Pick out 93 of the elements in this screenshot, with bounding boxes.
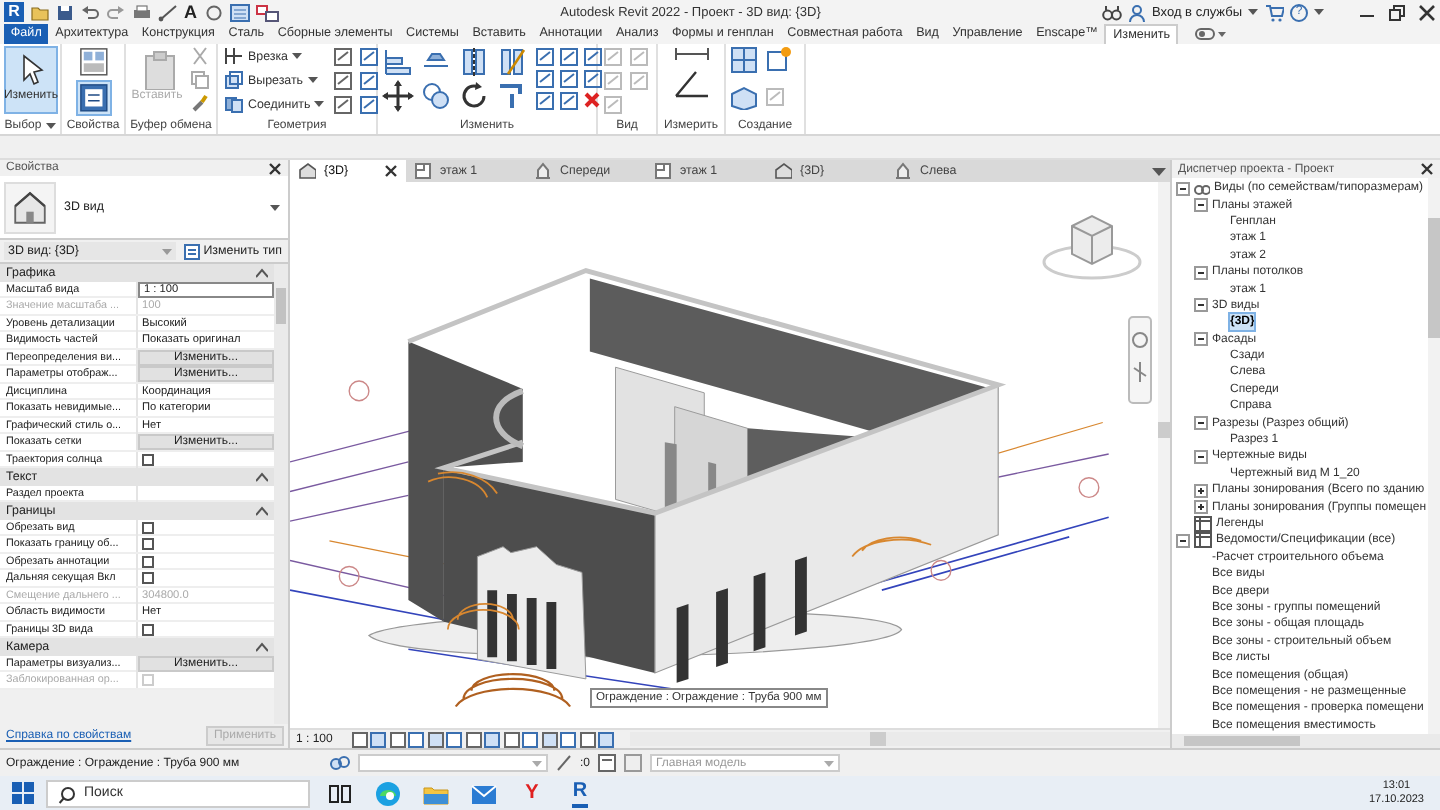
caret-icon <box>307 76 318 84</box>
copy-elements-icon[interactable] <box>420 80 452 112</box>
save-icon[interactable] <box>56 3 74 21</box>
mirror-draw-icon[interactable] <box>496 46 528 78</box>
task-view-icon[interactable] <box>328 781 352 805</box>
user-icon[interactable] <box>1128 3 1147 21</box>
text-button[interactable]: A <box>184 2 197 22</box>
scrollbar[interactable] <box>1428 178 1440 734</box>
close-icon[interactable] <box>1420 162 1434 176</box>
3d-view-icon <box>4 181 56 233</box>
create-group-icon[interactable] <box>764 46 792 74</box>
app-button[interactable]: Y <box>525 781 539 805</box>
checkbox[interactable] <box>142 572 154 584</box>
scrollbar-thumb[interactable] <box>1158 422 1170 438</box>
collapse-icon[interactable] <box>1194 449 1208 464</box>
mirror-axis-icon[interactable] <box>458 46 490 78</box>
measure-icon[interactable] <box>158 3 178 21</box>
create-parts-icon[interactable] <box>730 86 758 110</box>
collapse-icon <box>256 267 268 278</box>
collapse-icon[interactable] <box>1194 198 1208 213</box>
app-logo[interactable]: R <box>4 2 24 22</box>
cope-icon <box>224 46 244 66</box>
caret-icon <box>532 759 542 767</box>
redo-icon[interactable] <box>106 3 126 21</box>
move-icon[interactable] <box>382 80 414 112</box>
mail-icon[interactable] <box>470 781 498 805</box>
table-icon <box>1194 532 1212 549</box>
view-cube-icon[interactable] <box>1040 210 1144 282</box>
scrollbar-thumb[interactable] <box>1428 218 1440 338</box>
navigation-bar[interactable] <box>1128 316 1152 404</box>
windows-icon[interactable] <box>255 3 279 21</box>
edit-type-icon <box>183 243 200 259</box>
view-toggle-icon[interactable] <box>1194 26 1227 42</box>
collapse-icon[interactable] <box>1194 298 1208 313</box>
collapse-icon[interactable] <box>1194 416 1208 431</box>
collapse-icon <box>256 641 268 652</box>
checkbox[interactable] <box>142 623 154 635</box>
scrollbar-thumb[interactable] <box>1184 736 1300 746</box>
windows-logo-icon[interactable] <box>12 782 34 804</box>
scrollbar-thumb[interactable] <box>869 732 886 746</box>
close-icon[interactable] <box>384 164 398 178</box>
collapse-icon[interactable] <box>1176 181 1190 196</box>
restore-icon[interactable] <box>1388 3 1406 21</box>
collapse-icon[interactable] <box>1194 265 1208 280</box>
app-button[interactable]: R <box>572 779 588 807</box>
checkbox[interactable] <box>142 453 154 465</box>
collapse-icon[interactable] <box>1194 332 1208 347</box>
collapse-icon[interactable] <box>1176 533 1190 548</box>
scrollbar[interactable] <box>629 732 1170 746</box>
caret-icon[interactable] <box>1248 8 1258 16</box>
scrollbar-thumb[interactable] <box>276 288 286 324</box>
expand-icon[interactable] <box>1194 500 1208 515</box>
close-icon[interactable] <box>1418 3 1436 21</box>
rotate-icon[interactable] <box>458 80 490 112</box>
create-assembly-icon[interactable] <box>730 46 758 74</box>
delete-icon[interactable] <box>582 90 602 110</box>
cut-geometry-icon <box>224 70 244 90</box>
tabs-menu-icon[interactable] <box>1152 165 1166 177</box>
checkbox[interactable] <box>142 521 154 533</box>
binoculars-icon[interactable] <box>1102 3 1123 21</box>
undo-icon[interactable] <box>80 3 100 21</box>
caret-icon[interactable] <box>1314 8 1324 16</box>
align-icon[interactable] <box>382 46 414 78</box>
views-icon <box>1194 180 1210 197</box>
collapse-icon <box>256 505 268 516</box>
type-properties-icon[interactable] <box>77 82 109 114</box>
checkbox[interactable] <box>142 555 154 567</box>
search-icon <box>58 785 76 803</box>
caret-icon <box>314 100 325 108</box>
browser-icon[interactable] <box>374 779 402 807</box>
expand-icon[interactable] <box>1194 483 1208 498</box>
properties-icon[interactable] <box>77 46 109 78</box>
checkbox[interactable] <box>142 538 154 550</box>
scrollbar[interactable] <box>1158 182 1170 728</box>
close-icon[interactable] <box>268 161 282 175</box>
print-icon[interactable] <box>132 3 152 21</box>
trim-icon[interactable] <box>496 80 528 112</box>
cart-icon[interactable] <box>1264 3 1284 21</box>
brush-icon[interactable] <box>190 94 210 114</box>
caret-icon <box>292 52 302 60</box>
collapse-icon <box>256 471 268 482</box>
folder-icon[interactable] <box>422 781 450 805</box>
caret-icon <box>824 759 835 767</box>
worksets-icon[interactable] <box>330 754 350 772</box>
caret-icon[interactable] <box>45 121 56 129</box>
caret-icon <box>161 247 172 255</box>
join-icon <box>224 94 244 114</box>
caret-icon <box>270 203 280 211</box>
thin-lines-icon[interactable] <box>229 3 249 21</box>
angle-icon[interactable] <box>671 68 711 100</box>
scrollbar[interactable] <box>1172 734 1440 748</box>
dimension-icon[interactable] <box>673 46 709 62</box>
scrollbar[interactable] <box>274 264 288 724</box>
